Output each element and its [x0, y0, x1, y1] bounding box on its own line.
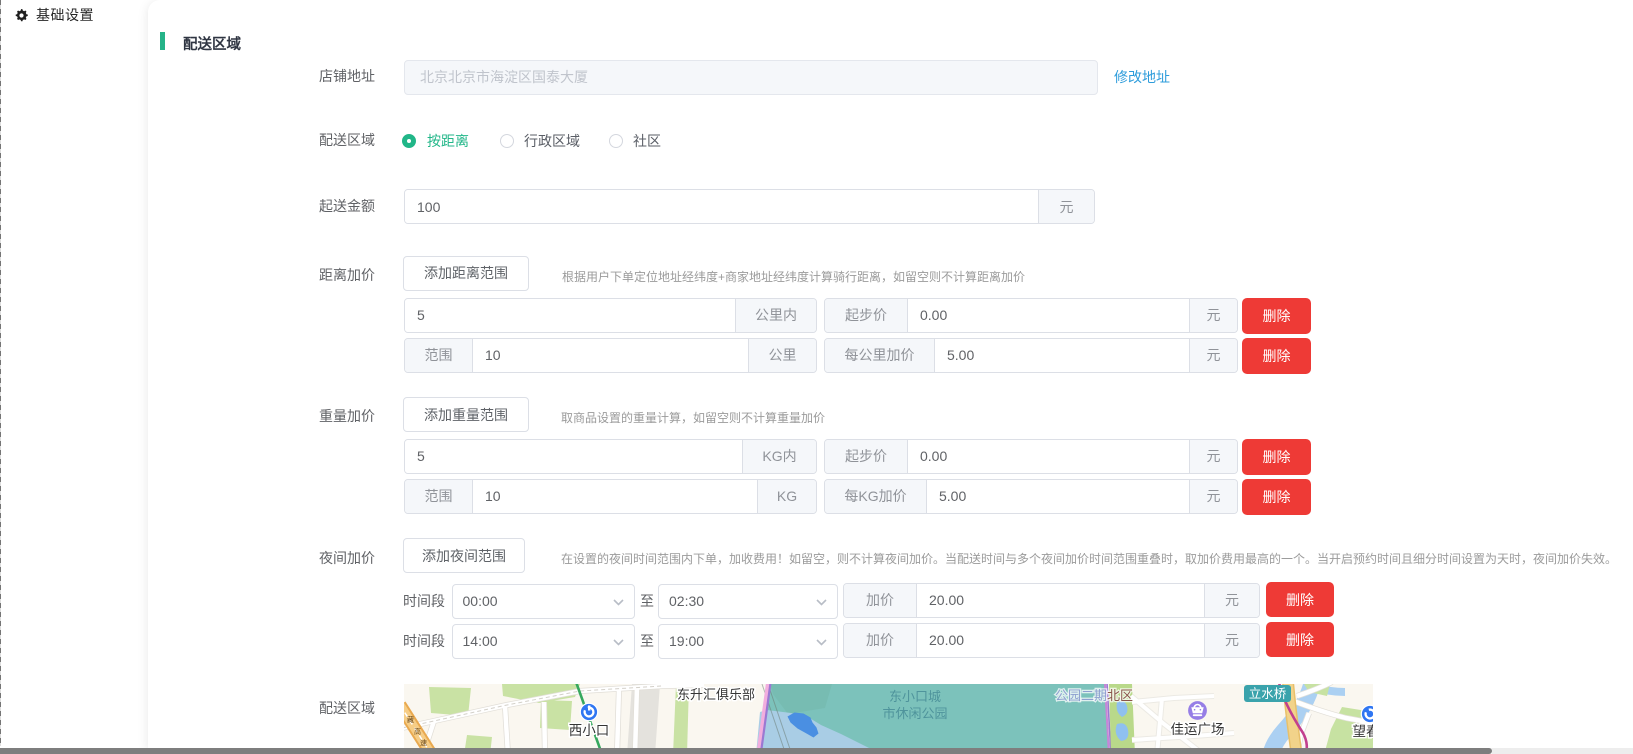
svg-text:佳运广场: 佳运广场: [1170, 722, 1224, 737]
svg-text:公园二期北区: 公园二期北区: [1055, 688, 1133, 703]
svg-text:东小口城: 东小口城: [888, 689, 940, 704]
svg-text:市休闲公园: 市休闲公园: [882, 706, 947, 721]
svg-text:望春: 望春: [1352, 724, 1373, 739]
svg-text:速: 速: [420, 739, 427, 747]
svg-text:藏: 藏: [407, 715, 414, 724]
svg-text:东升汇俱乐部: 东升汇俱乐部: [676, 687, 754, 702]
svg-text:高: 高: [414, 727, 421, 736]
svg-text:立水桥: 立水桥: [1248, 686, 1286, 701]
svg-text:西小口: 西小口: [568, 723, 609, 738]
